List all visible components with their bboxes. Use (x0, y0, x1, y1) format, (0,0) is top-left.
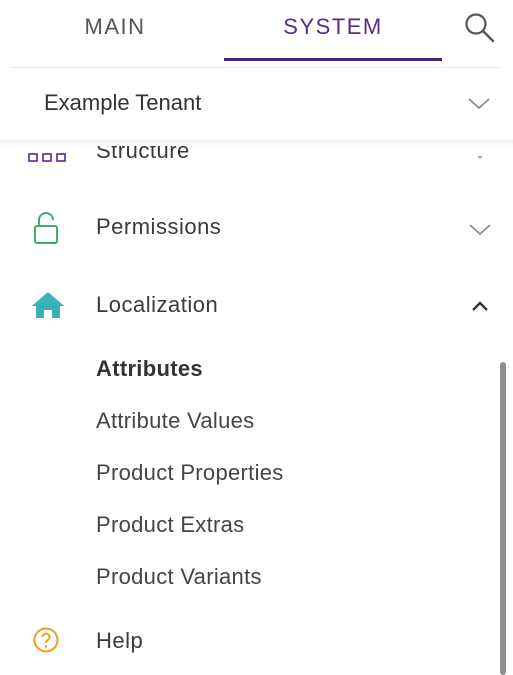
tab-system[interactable]: SYSTEM (224, 0, 442, 62)
scrollbar[interactable] (500, 362, 506, 675)
chevron-down-icon (469, 224, 491, 236)
submenu-item-attribute-values[interactable]: Attribute Values (96, 408, 254, 434)
submenu-item-product-properties[interactable]: Product Properties (96, 460, 284, 486)
help-circle-icon (33, 627, 59, 653)
chevron-down-icon (468, 98, 490, 110)
submenu-item-attributes[interactable]: Attributes (96, 356, 203, 382)
tenant-selector[interactable]: Example Tenant (0, 68, 513, 140)
submenu-item-product-variants[interactable]: Product Variants (96, 564, 262, 590)
chevron-up-icon (472, 301, 488, 311)
menu-item-help[interactable]: Help (0, 614, 513, 670)
structure-icon (28, 153, 66, 162)
chevron-down-icon (477, 155, 483, 159)
tenant-label: Example Tenant (44, 90, 202, 115)
active-tab-indicator (224, 58, 442, 61)
tab-main[interactable]: MAIN (20, 0, 210, 62)
menu-item-permissions[interactable]: Permissions (0, 200, 513, 256)
menu-item-localization[interactable]: Localization (0, 278, 513, 334)
menu-label-permissions: Permissions (96, 214, 222, 239)
lock-open-icon (34, 212, 58, 244)
menu-label-structure: Structure (96, 146, 190, 163)
search-icon[interactable] (462, 10, 496, 44)
menu-item-structure[interactable]: Structure (0, 146, 513, 182)
submenu-item-product-extras[interactable]: Product Extras (96, 512, 244, 538)
menu-label-help: Help (96, 628, 144, 653)
menu-scroll-area: Structure Permissions Localization Attri… (0, 146, 513, 675)
menu-label-localization: Localization (96, 292, 219, 317)
top-tabs: MAIN SYSTEM (0, 0, 513, 62)
home-icon (32, 292, 64, 318)
